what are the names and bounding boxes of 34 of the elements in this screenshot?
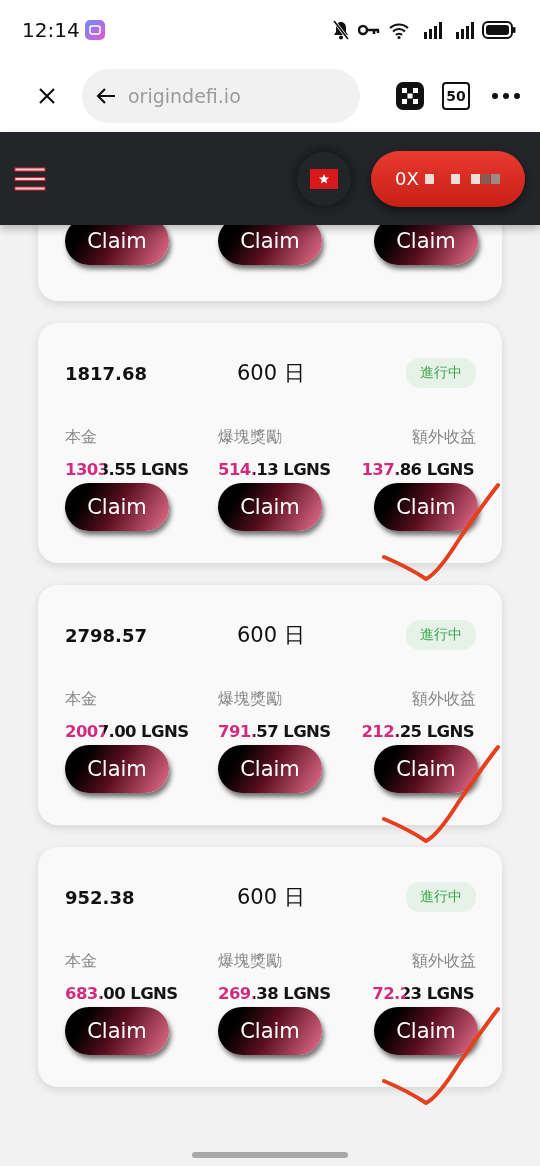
claim-button[interactable]: Claim — [65, 483, 169, 531]
duration-text: 600 日 — [237, 884, 306, 911]
url-text: origindefi.io — [128, 85, 241, 107]
claim-button[interactable]: Claim — [374, 745, 478, 793]
column-label: 本金 — [65, 689, 97, 710]
claim-button[interactable]: Claim — [218, 483, 322, 531]
claim-button[interactable]: Claim — [218, 225, 322, 265]
claim-button[interactable]: Claim — [374, 225, 478, 265]
column-label: 本金 — [65, 951, 97, 972]
claim-button[interactable]: Claim — [374, 1007, 478, 1055]
duration-text: 600 日 — [237, 622, 306, 649]
clock: 12:14 — [22, 18, 80, 42]
total-value: 2798.57 — [65, 624, 148, 646]
column-label: 本金 — [65, 427, 97, 448]
claim-button[interactable]: Claim — [374, 483, 478, 531]
column-label: 額外收益 — [412, 951, 476, 972]
column-label: 爆塊獎勵 — [218, 689, 282, 710]
status-badge: 進行中 — [406, 358, 476, 388]
column-label: 額外收益 — [412, 689, 476, 710]
status-badge: 進行中 — [406, 620, 476, 650]
column-label: 爆塊獎勵 — [218, 427, 282, 448]
claim-button[interactable]: Claim — [65, 745, 169, 793]
status-badge: 進行中 — [406, 882, 476, 912]
wallet-button[interactable]: 0X — [371, 150, 525, 207]
column-label: 額外收益 — [412, 427, 476, 448]
duration-text: 600 日 — [237, 360, 306, 387]
total-value: 952.38 — [65, 886, 136, 908]
tab-count-button[interactable]: 50 — [442, 82, 470, 110]
claim-button[interactable]: Claim — [65, 1007, 169, 1055]
column-label: 爆塊獎勵 — [218, 951, 282, 972]
claim-button[interactable]: Claim — [65, 225, 169, 265]
claim-button[interactable]: Claim — [218, 1007, 322, 1055]
claim-button[interactable]: Claim — [218, 745, 322, 793]
total-value: 1817.68 — [65, 362, 148, 384]
